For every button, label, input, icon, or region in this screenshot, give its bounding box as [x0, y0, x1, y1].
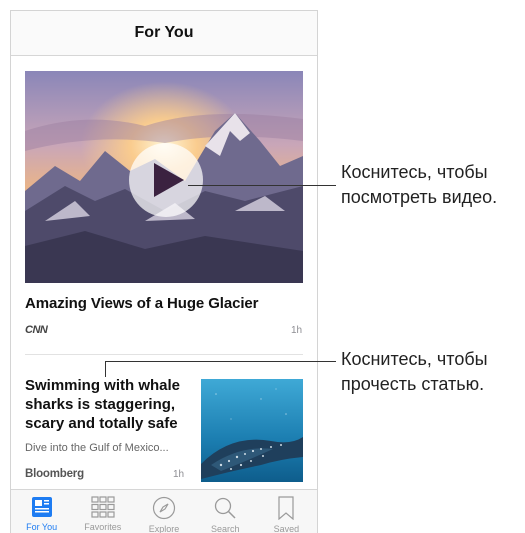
play-icon — [154, 163, 184, 197]
callout-leader-line — [188, 185, 336, 186]
navigation-bar: For You — [11, 11, 317, 56]
callout-text: посмотреть видео. — [341, 187, 498, 207]
callout-text: Коснитесь, чтобы — [341, 349, 488, 369]
callout-leader-line — [105, 361, 106, 377]
bookmark-icon — [278, 496, 295, 520]
search-icon — [215, 497, 236, 519]
tab-label: Saved — [273, 524, 300, 533]
callout-text: Коснитесь, чтобы — [341, 162, 488, 182]
source-logo-cnn: CNN — [25, 324, 48, 336]
tab-saved[interactable]: Saved — [256, 490, 317, 533]
story-time: 1h — [291, 325, 303, 336]
news-icon — [31, 497, 52, 517]
callout-text: прочесть статью. — [341, 374, 485, 394]
callout-article: Коснитесь, чтобы прочесть статью. — [341, 347, 488, 397]
page-title: For You — [134, 24, 194, 41]
compass-icon — [152, 496, 176, 520]
story-time: 1h — [173, 469, 185, 480]
tab-for-you[interactable]: For You — [11, 490, 72, 533]
story-subtitle: Dive into the Gulf of Mexico... — [25, 442, 169, 454]
tab-search[interactable]: Search — [195, 490, 256, 533]
tab-label: Explore — [148, 524, 180, 533]
source-logo-bloomberg: Bloomberg — [25, 468, 84, 480]
tab-explore[interactable]: Explore — [133, 490, 194, 533]
callout-video: Коснитесь, чтобы посмотреть видео. — [341, 160, 497, 210]
tab-favorites[interactable]: Favorites — [72, 490, 133, 533]
tab-bar: For You Favorites Explore Search Saved — [11, 489, 317, 533]
tab-label: Favorites — [84, 522, 122, 532]
tab-label: Search — [210, 524, 240, 533]
phone-screen: For You Amazing Views of a Huge Glacier … — [10, 10, 318, 533]
story-title[interactable]: Swimming with whale sharks is staggering… — [25, 376, 195, 433]
video-thumbnail[interactable] — [25, 71, 303, 283]
grid-icon — [91, 496, 115, 518]
tab-label: For You — [26, 522, 58, 532]
divider — [25, 354, 303, 355]
whale-shark-image — [201, 379, 303, 482]
article-thumbnail[interactable] — [201, 379, 303, 482]
story-title[interactable]: Amazing Views of a Huge Glacier — [25, 295, 258, 312]
play-button[interactable] — [129, 143, 203, 217]
callout-leader-line — [105, 361, 336, 362]
